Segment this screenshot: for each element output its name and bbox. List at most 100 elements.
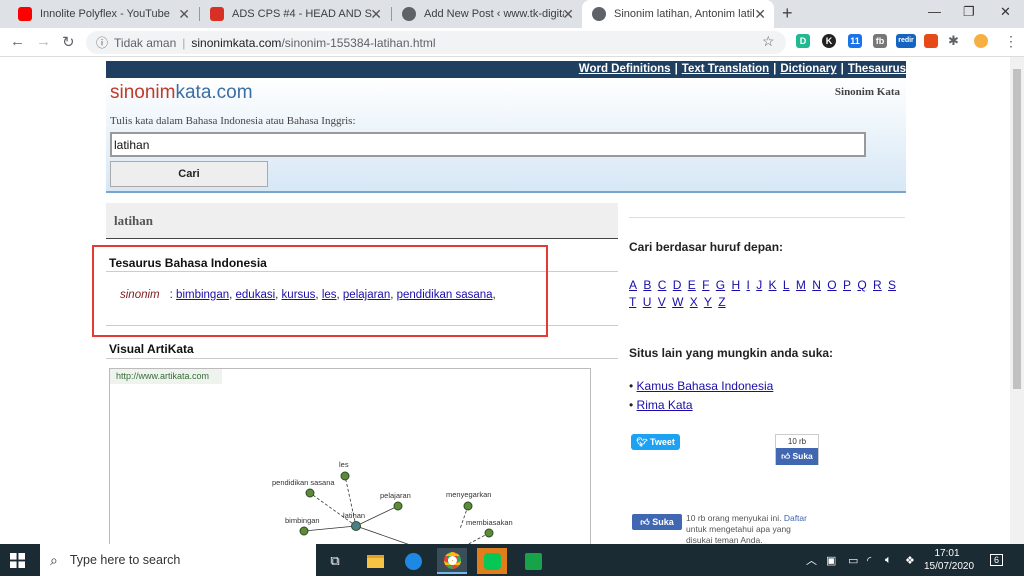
letter-link-q[interactable]: Q [857,278,866,292]
line-app-icon[interactable] [477,548,507,574]
scrollbar[interactable] [1010,57,1024,544]
volume-icon[interactable]: 🔈︎ [885,544,892,576]
task-view-icon[interactable]: ⧉ [320,548,350,574]
letter-link-c[interactable]: C [658,278,667,292]
tweet-button[interactable]: 🐦︎ Tweet [631,434,680,450]
fb-signup-link[interactable]: Daftar [784,513,807,523]
address-bar[interactable]: ⓘ Tidak aman | sinonimkata.com/sinonim-1… [86,31,786,54]
security-label: Tidak aman [114,35,177,50]
letter-link-j[interactable]: J [756,278,762,292]
notification-icon[interactable]: 6 [990,544,1004,576]
letter-link-k[interactable]: K [769,278,777,292]
divider: | [840,63,844,75]
tab-youtube[interactable]: Innolite Polyflex - YouTube ✕ [8,0,198,28]
letter-link-d[interactable]: D [673,278,682,292]
site-link-rima[interactable]: Rima Kata [637,398,693,412]
globe-icon [402,7,416,21]
nav-dictionary[interactable]: Dictionary [780,63,836,75]
fb-like-button[interactable]: 👍︎ Suka [632,514,682,530]
visual-graph[interactable]: http://www.artikata.com les pendidikan s… [109,368,591,544]
extension-fb-icon[interactable]: fb [873,34,887,48]
minimize-icon[interactable]: — [928,4,941,19]
letter-link-z[interactable]: Z [718,295,725,309]
restore-icon[interactable]: ❐ [963,4,975,20]
search-input[interactable]: latihan [110,132,866,157]
avatar[interactable] [974,34,988,48]
puzzle-icon[interactable]: ✱ [948,33,959,49]
letter-link-x[interactable]: X [690,295,698,309]
back-icon[interactable]: ← [10,33,25,50]
fb-count: 10 rb [787,437,807,446]
wifi-icon[interactable]: ◜ [867,544,871,576]
extension-d-icon[interactable]: D [796,34,810,48]
letter-link-o[interactable]: O [827,278,836,292]
fb-share-box[interactable]: 10 rb 👍︎ Suka [775,434,819,465]
tab-title: Add New Post ‹ www.tk-digital.id [424,8,564,20]
fb-like-small-button[interactable]: 👍︎ Suka [776,448,818,465]
letter-link-v[interactable]: V [658,295,666,309]
photos-app-icon[interactable] [518,548,548,574]
reload-icon[interactable]: ↻ [62,33,75,51]
close-icon[interactable]: ✕ [178,6,190,23]
search-button[interactable]: Cari [110,161,268,187]
letter-link-u[interactable]: U [643,295,652,309]
letter-link-a[interactable]: A [629,278,637,292]
letter-link-t[interactable]: T [629,295,636,309]
letter-link-s[interactable]: S [888,278,896,292]
letter-link-y[interactable]: Y [704,295,712,309]
windows-taskbar: ⌕ Type here to search ⧉ ︿ ▣ ▭ ◜ 🔈︎ ❖ 17:0… [0,544,1024,576]
letter-link-h[interactable]: H [731,278,740,292]
dropbox-icon[interactable]: ❖ [905,544,915,576]
letter-link-e[interactable]: E [688,278,696,292]
graph-node-pelajaran [393,501,403,511]
tray-app-icon[interactable]: ▣ [826,544,836,576]
letter-link-p[interactable]: P [843,278,851,292]
tab-add-new-post[interactable]: Add New Post ‹ www.tk-digital.id ✕ [392,0,582,28]
nav-thesaurus[interactable]: Thesaurus [848,63,906,75]
letter-link-b[interactable]: B [643,278,651,292]
scrollbar-thumb[interactable] [1013,69,1021,389]
taskbar-clock[interactable]: 17:01 15/07/2020 [924,547,975,573]
info-icon[interactable]: ⓘ [96,34,108,51]
tab-ads-cps[interactable]: ADS CPS #4 - HEAD AND SHOUL ✕ [200,0,390,28]
tab-sinonim-active[interactable]: Sinonim latihan, Antonim latihan ✕ [582,0,774,28]
taskbar-search[interactable]: ⌕ Type here to search [40,544,316,576]
tray-chevron-icon[interactable]: ︿ [806,544,817,576]
globe-icon [592,7,606,21]
visual-artikata-title: Visual ArtiKata [106,342,618,359]
close-icon[interactable]: ✕ [562,6,574,23]
nav-text-translation[interactable]: Text Translation [682,63,769,75]
letter-link-w[interactable]: W [672,295,683,309]
list-item: • Kamus Bahasa Indonesia [629,379,774,393]
bookmark-star-icon[interactable]: ☆ [762,33,775,50]
graph-label: bimbingan [285,516,320,525]
site-tagline: Sinonim Kata [834,86,900,98]
edge-icon[interactable] [398,548,428,574]
chrome-icon[interactable] [437,548,467,574]
menu-kebab-icon[interactable]: ⋮ [1004,33,1018,50]
close-icon[interactable]: ✕ [754,6,766,23]
extension-badge-icon[interactable]: 11 [848,34,862,48]
letter-link-f[interactable]: F [702,278,709,292]
letter-link-r[interactable]: R [873,278,882,292]
site-link-kamus[interactable]: Kamus Bahasa Indonesia [637,379,774,393]
new-tab-button[interactable]: + [782,3,793,24]
extension-k-icon[interactable]: K [822,34,836,48]
letter-link-g[interactable]: G [716,278,725,292]
letter-link-m[interactable]: M [796,278,806,292]
site-logo[interactable]: sinonimkata.com [110,82,253,104]
windows-start-icon[interactable] [10,553,25,568]
close-window-icon[interactable]: ✕ [1000,4,1011,20]
close-icon[interactable]: ✕ [370,6,382,23]
letter-link-l[interactable]: L [783,278,790,292]
letter-link-n[interactable]: N [812,278,821,292]
graph-label: pelajaran [380,491,411,500]
clock-date: 15/07/2020 [924,561,975,572]
battery-icon[interactable]: ▭ [848,544,858,576]
file-explorer-icon[interactable] [360,548,390,574]
nav-word-definitions[interactable]: Word Definitions [579,63,671,75]
forward-icon[interactable]: → [36,33,51,50]
extension-icon[interactable] [924,34,938,48]
letter-link-i[interactable]: I [747,278,750,292]
extension-redir-icon[interactable]: redir [896,34,916,48]
